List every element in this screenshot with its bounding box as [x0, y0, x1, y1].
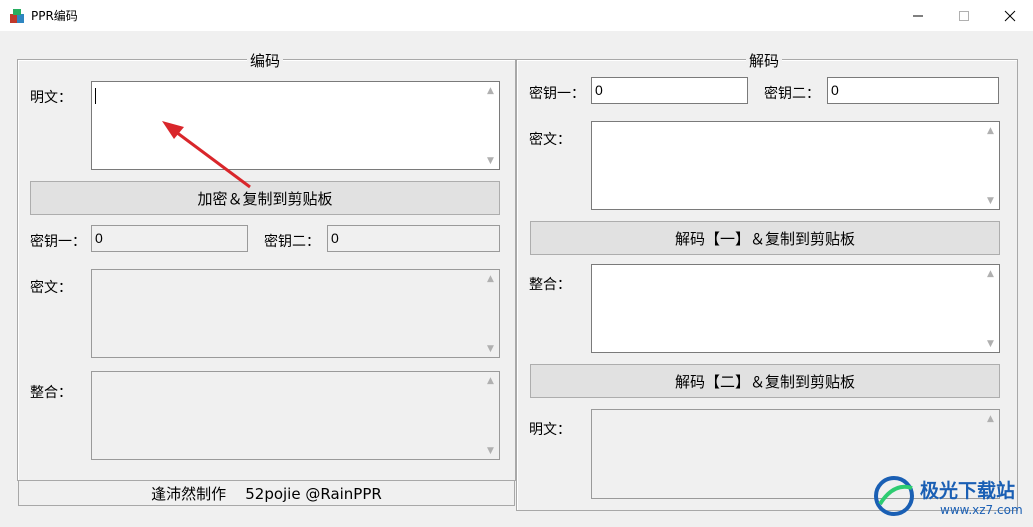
- decode-combined-label: 整合：: [529, 277, 571, 293]
- scroll-up-icon[interactable]: ▲: [482, 270, 499, 287]
- decode-ciphertext-label: 密文：: [529, 132, 571, 148]
- scrollbar[interactable]: ▲ ▼: [482, 270, 499, 357]
- text-caret: [95, 88, 96, 104]
- decode-key2-field[interactable]: 0: [827, 77, 999, 104]
- decode-ciphertext-input[interactable]: ▲ ▼: [591, 121, 1000, 210]
- decode-key1-label: 密钥一：: [529, 86, 585, 102]
- close-icon: [1004, 10, 1016, 21]
- encode-ciphertext-label: 密文：: [30, 280, 72, 296]
- encode-combined-output[interactable]: ▲ ▼: [91, 371, 500, 460]
- minimize-button[interactable]: [895, 0, 941, 31]
- decode-plaintext-label: 明文：: [529, 422, 571, 438]
- watermark-url: www.xz7.com: [940, 503, 1023, 517]
- decode-key1-field[interactable]: 0: [591, 77, 748, 104]
- watermark-logo-icon: [874, 476, 914, 516]
- scroll-up-icon[interactable]: ▲: [482, 372, 499, 389]
- scroll-up-icon[interactable]: ▲: [482, 82, 499, 99]
- scrollbar[interactable]: ▲ ▼: [482, 82, 499, 169]
- decode-key2-label: 密钥二：: [764, 86, 820, 102]
- decode-group-title: 解码: [746, 50, 783, 71]
- scrollbar[interactable]: ▲ ▼: [482, 372, 499, 459]
- encode-combined-label: 整合：: [30, 385, 72, 401]
- scroll-down-icon[interactable]: ▼: [982, 335, 999, 352]
- scroll-up-icon[interactable]: ▲: [982, 265, 999, 282]
- encode-ciphertext-output[interactable]: ▲ ▼: [91, 269, 500, 358]
- minimize-icon: [913, 15, 923, 16]
- encode-group-title: 编码: [247, 50, 284, 71]
- maximize-icon: [959, 10, 969, 21]
- annotation-arrow: [162, 121, 251, 189]
- encode-key2-label: 密钥二：: [264, 234, 320, 250]
- encode-key2-field[interactable]: 0: [327, 225, 500, 252]
- decode2-copy-button[interactable]: 解码【二】＆复制到剪贴板: [530, 364, 1000, 398]
- author-credit: 逢沛然制作 52pojie @RainPPR: [151, 484, 382, 503]
- encode-key1-label: 密钥一：: [30, 234, 86, 250]
- scroll-up-icon[interactable]: ▲: [982, 122, 999, 139]
- encode-key1-field[interactable]: 0: [91, 225, 248, 252]
- scroll-down-icon[interactable]: ▼: [482, 152, 499, 169]
- scroll-down-icon[interactable]: ▼: [482, 340, 499, 357]
- title-bar: PPR编码: [0, 0, 1033, 31]
- app-icon: [10, 9, 24, 23]
- scroll-up-icon[interactable]: ▲: [982, 410, 999, 427]
- close-button[interactable]: [987, 0, 1033, 31]
- status-bar: 逢沛然制作 52pojie @RainPPR: [18, 480, 515, 506]
- scroll-down-icon[interactable]: ▼: [482, 442, 499, 459]
- decode-combined-input[interactable]: ▲ ▼: [591, 264, 1000, 353]
- encrypt-copy-button[interactable]: 加密＆复制到剪贴板: [30, 181, 500, 215]
- maximize-button[interactable]: [941, 0, 987, 31]
- watermark-title: 极光下载站: [920, 480, 1016, 502]
- encode-plaintext-label: 明文：: [30, 90, 72, 106]
- scroll-down-icon[interactable]: ▼: [982, 192, 999, 209]
- scrollbar[interactable]: ▲ ▼: [982, 265, 999, 352]
- decode1-copy-button[interactable]: 解码【一】＆复制到剪贴板: [530, 221, 1000, 255]
- window-title: PPR编码: [31, 9, 78, 23]
- scrollbar[interactable]: ▲ ▼: [982, 122, 999, 209]
